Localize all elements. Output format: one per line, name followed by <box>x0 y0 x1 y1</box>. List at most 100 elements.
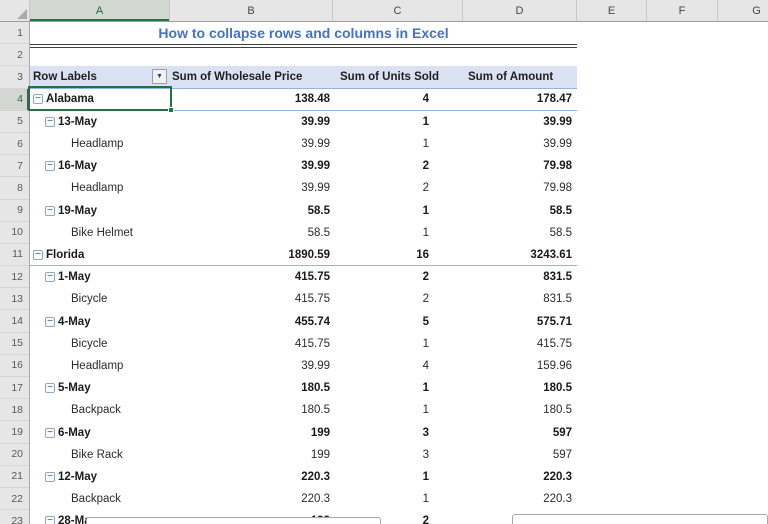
amount-cell[interactable]: 79.98 <box>463 160 577 172</box>
wholesale-price-cell[interactable]: 199 <box>170 427 333 439</box>
units-sold-cell[interactable]: 2 <box>333 293 463 305</box>
column-header-A[interactable]: A <box>30 0 170 21</box>
units-sold-cell[interactable]: 1 <box>333 227 463 239</box>
row-label-cell[interactable]: Bicycle <box>30 338 170 350</box>
units-sold-cell[interactable]: 2 <box>333 160 463 172</box>
select-all-button[interactable] <box>0 0 30 21</box>
wholesale-price-cell[interactable]: 39.99 <box>170 160 333 172</box>
filter-dropdown-button[interactable]: ▼ <box>152 69 167 85</box>
collapse-button[interactable]: − <box>45 427 55 438</box>
row-label-cell[interactable]: Headlamp <box>30 138 170 150</box>
wholesale-price-cell[interactable]: 415.75 <box>170 271 333 283</box>
row-header-8[interactable]: 8 <box>0 177 29 200</box>
units-sold-cell[interactable]: 2 <box>333 182 463 194</box>
row-label-cell[interactable]: − Florida <box>30 249 170 261</box>
collapse-button[interactable]: − <box>45 272 55 283</box>
units-sold-cell[interactable]: 1 <box>333 205 463 217</box>
row-header-20[interactable]: 20 <box>0 444 29 466</box>
row-header-10[interactable]: 10 <box>0 222 29 244</box>
collapse-button[interactable]: − <box>45 316 55 327</box>
row-header-16[interactable]: 16 <box>0 355 29 377</box>
wholesale-price-header-cell[interactable]: Sum of Wholesale Price <box>170 71 333 83</box>
wholesale-price-cell[interactable]: 415.75 <box>170 293 333 305</box>
column-header-G[interactable]: G <box>718 0 768 21</box>
row-label-cell[interactable]: − 16-May <box>30 160 170 172</box>
row-header-17[interactable]: 17 <box>0 377 29 400</box>
amount-cell[interactable]: 159.96 <box>463 360 577 372</box>
units-sold-cell[interactable]: 1 <box>333 138 463 150</box>
row-header-13[interactable]: 13 <box>0 288 29 311</box>
wholesale-price-cell[interactable]: 455.74 <box>170 316 333 328</box>
collapse-button[interactable]: − <box>45 116 55 127</box>
wholesale-price-cell[interactable]: 199 <box>170 449 333 461</box>
column-header-B[interactable]: B <box>170 0 333 21</box>
amount-cell[interactable]: 58.5 <box>463 227 577 239</box>
units-sold-cell[interactable]: 16 <box>333 249 463 261</box>
units-sold-cell[interactable]: 4 <box>333 93 463 105</box>
units-sold-cell[interactable]: 4 <box>333 360 463 372</box>
units-sold-header-cell[interactable]: Sum of Units Sold <box>333 71 463 83</box>
row-label-cell[interactable]: Backpack <box>30 404 170 416</box>
column-header-F[interactable]: F <box>647 0 718 21</box>
row-header-2[interactable]: 2 <box>0 44 29 67</box>
row-header-6[interactable]: 6 <box>0 133 29 156</box>
row-label-cell[interactable]: Headlamp <box>30 360 170 372</box>
row-label-cell[interactable]: Headlamp <box>30 182 170 194</box>
wholesale-price-cell[interactable]: 220.3 <box>170 471 333 483</box>
row-header-15[interactable]: 15 <box>0 333 29 355</box>
amount-cell[interactable]: 415.75 <box>463 338 577 350</box>
units-sold-cell[interactable]: 1 <box>333 338 463 350</box>
wholesale-price-cell[interactable]: 180.5 <box>170 382 333 394</box>
row-header-23[interactable]: 23 <box>0 510 29 524</box>
amount-cell[interactable]: 39.99 <box>463 138 577 150</box>
collapse-button[interactable]: − <box>45 161 55 172</box>
amount-header-cell[interactable]: Sum of Amount <box>463 71 577 83</box>
amount-cell[interactable]: 180.5 <box>463 404 577 416</box>
collapse-button[interactable]: − <box>45 516 55 524</box>
row-label-cell[interactable]: − 19-May <box>30 205 170 217</box>
amount-cell[interactable]: 831.5 <box>463 271 577 283</box>
row-label-cell[interactable]: Backpack <box>30 493 170 505</box>
row-header-12[interactable]: 12 <box>0 266 29 289</box>
row-label-cell[interactable]: − 1-May <box>30 271 170 283</box>
amount-cell[interactable]: 831.5 <box>463 293 577 305</box>
amount-cell[interactable]: 58.5 <box>463 205 577 217</box>
wholesale-price-cell[interactable]: 180.5 <box>170 404 333 416</box>
collapse-button[interactable]: − <box>33 94 43 105</box>
amount-cell[interactable]: 597 <box>463 427 577 439</box>
amount-cell[interactable]: 39.99 <box>463 116 577 128</box>
row-header-18[interactable]: 18 <box>0 399 29 422</box>
units-sold-cell[interactable]: 1 <box>333 471 463 483</box>
row-header-19[interactable]: 19 <box>0 421 29 444</box>
sheet-title-cell[interactable]: How to collapse rows and columns in Exce… <box>30 22 577 44</box>
column-header-C[interactable]: C <box>333 0 463 21</box>
units-sold-cell[interactable]: 1 <box>333 493 463 505</box>
amount-cell[interactable]: 575.71 <box>463 316 577 328</box>
collapse-button[interactable]: − <box>45 472 55 483</box>
amount-cell[interactable]: 220.3 <box>463 471 577 483</box>
row-label-cell[interactable]: − 5-May <box>30 382 170 394</box>
amount-cell[interactable]: 220.3 <box>463 493 577 505</box>
units-sold-cell[interactable]: 3 <box>333 449 463 461</box>
wholesale-price-cell[interactable]: 39.99 <box>170 360 333 372</box>
amount-cell[interactable]: 597 <box>463 449 577 461</box>
row-header-1[interactable]: 1 <box>0 22 29 45</box>
row-label-cell[interactable]: − 4-May <box>30 316 170 328</box>
wholesale-price-cell[interactable]: 1890.59 <box>170 249 333 261</box>
units-sold-cell[interactable]: 2 <box>333 271 463 283</box>
units-sold-cell[interactable]: 1 <box>333 404 463 416</box>
wholesale-price-cell[interactable]: 58.5 <box>170 205 333 217</box>
wholesale-price-cell[interactable]: 39.99 <box>170 182 333 194</box>
row-label-cell[interactable]: − 13-May <box>30 116 170 128</box>
row-header-3[interactable]: 3 <box>0 66 29 89</box>
row-header-7[interactable]: 7 <box>0 155 29 178</box>
row-header-9[interactable]: 9 <box>0 200 29 222</box>
row-header-5[interactable]: 5 <box>0 111 29 133</box>
row-header-22[interactable]: 22 <box>0 488 29 511</box>
collapse-button[interactable]: − <box>45 383 55 394</box>
units-sold-cell[interactable]: 1 <box>333 382 463 394</box>
amount-cell[interactable]: 178.47 <box>463 93 577 105</box>
units-sold-cell[interactable]: 5 <box>333 316 463 328</box>
wholesale-price-cell[interactable]: 138.48 <box>170 93 333 105</box>
column-header-E[interactable]: E <box>577 0 647 21</box>
